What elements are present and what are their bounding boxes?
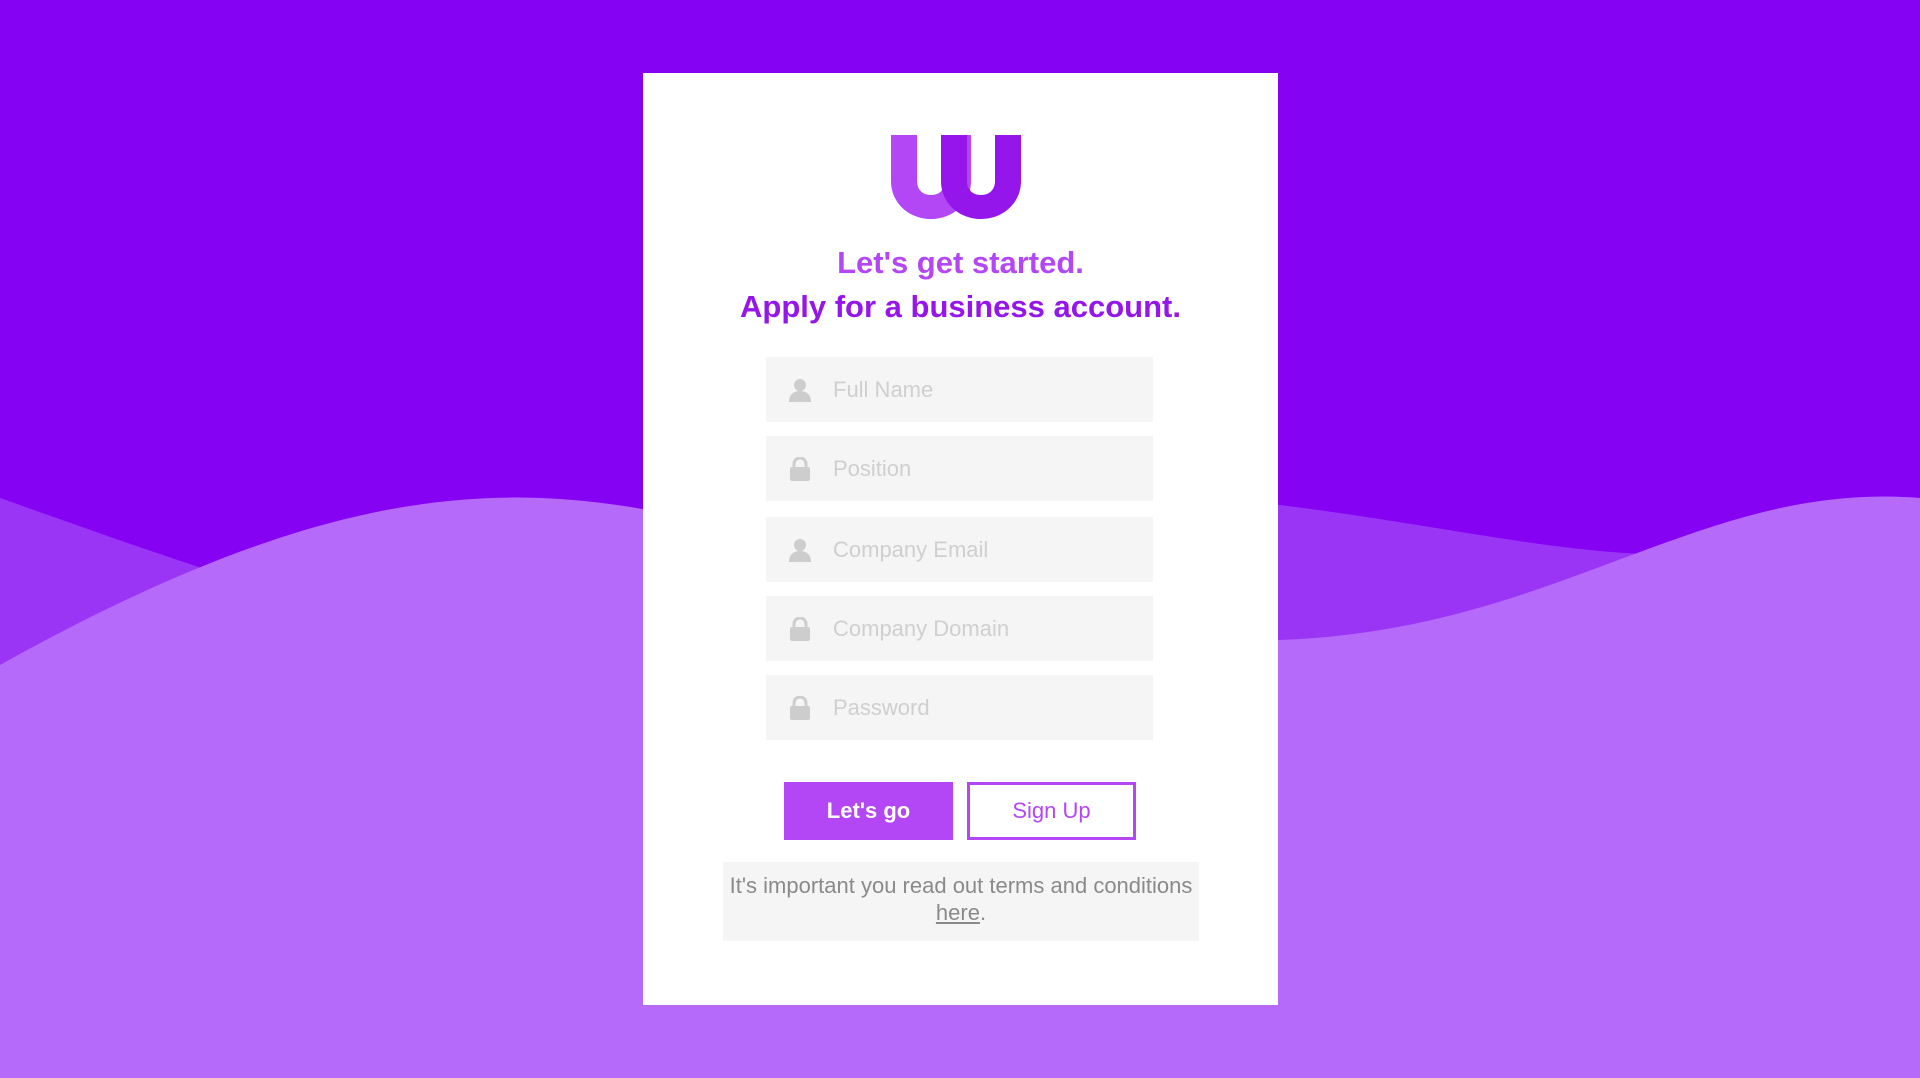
terms-link[interactable]: here xyxy=(936,900,980,925)
lock-icon xyxy=(788,456,812,482)
terms-text: It's important you read out terms and co… xyxy=(729,873,1193,898)
full-name-input[interactable] xyxy=(833,376,1133,403)
terms-notice: It's important you read out terms and co… xyxy=(723,862,1199,941)
company-email-field[interactable] xyxy=(766,517,1153,582)
signup-card: Let's get started. Apply for a business … xyxy=(643,73,1278,1005)
full-name-field[interactable] xyxy=(766,357,1153,422)
page-title: Apply for a business account. xyxy=(740,289,1181,324)
sign-up-button[interactable]: Sign Up xyxy=(967,782,1136,840)
heading-tagline: Let's get started. xyxy=(837,245,1084,280)
w-logo-icon xyxy=(891,135,1021,219)
company-email-input[interactable] xyxy=(833,536,1133,563)
lock-icon xyxy=(788,695,812,721)
lock-icon xyxy=(788,616,812,642)
company-domain-field[interactable] xyxy=(766,596,1153,661)
position-field[interactable] xyxy=(766,436,1153,501)
company-domain-input[interactable] xyxy=(833,615,1133,642)
user-icon xyxy=(788,377,812,403)
user-icon xyxy=(788,537,812,563)
page-background: Let's get started. Apply for a business … xyxy=(0,0,1920,1078)
terms-period: . xyxy=(979,900,987,925)
password-input[interactable] xyxy=(833,694,1133,721)
lets-go-button[interactable]: Let's go xyxy=(784,782,953,840)
position-input[interactable] xyxy=(833,455,1133,482)
password-field[interactable] xyxy=(766,675,1153,740)
